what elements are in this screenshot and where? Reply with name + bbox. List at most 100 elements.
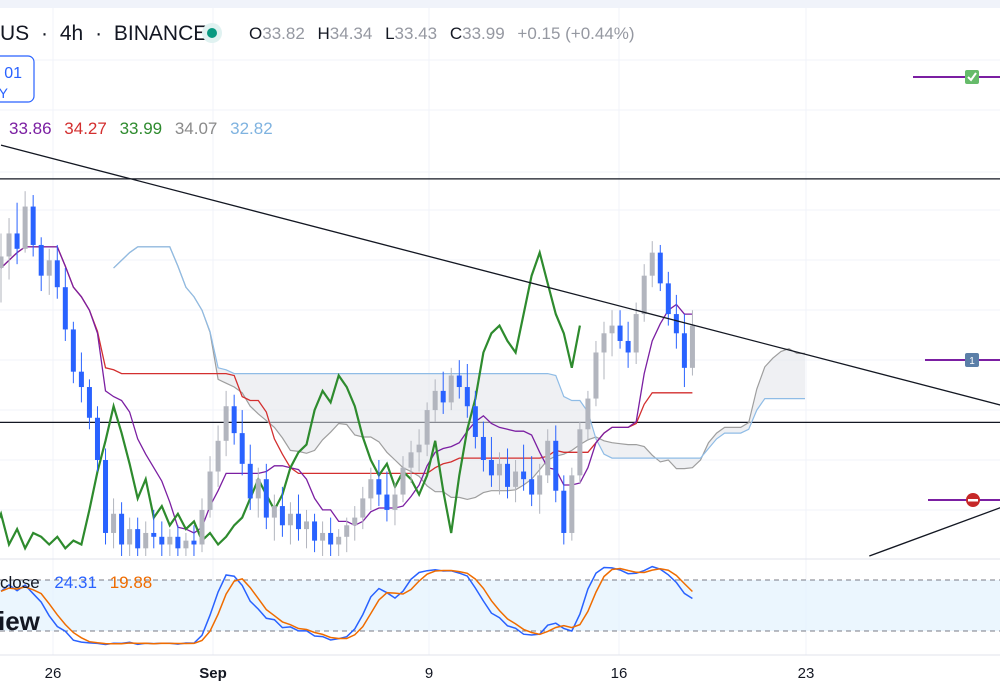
stochastic-label: close <box>0 573 40 592</box>
candle-body-13 <box>103 460 109 533</box>
market-status-dot <box>207 28 217 38</box>
candle-body-64 <box>513 471 519 487</box>
candle-body-22 <box>175 536 181 549</box>
candle-body-65 <box>521 471 527 480</box>
candle-body-56 <box>448 375 454 403</box>
candle-body-51 <box>408 452 414 468</box>
candle-body-19 <box>151 532 157 537</box>
candle-body-14 <box>111 513 117 533</box>
chart-root: 1 26 Sep 9 16 23 US · 4h · BINANCE O33.8… <box>0 0 1000 700</box>
candle-body-70 <box>561 490 567 533</box>
candle-body-86 <box>689 325 695 368</box>
separator-1: · <box>41 22 48 45</box>
candle-body-1 <box>6 233 12 257</box>
symbol-line[interactable]: US · 4h · BINANCE <box>0 22 207 45</box>
candle-body-33 <box>263 479 269 518</box>
brand-watermark: iew <box>0 606 41 636</box>
trend-lines[interactable] <box>0 144 1000 557</box>
candle-body-36 <box>287 513 293 526</box>
time-label-26: 26 <box>45 665 62 682</box>
symbol-tail: US <box>0 22 29 45</box>
trend-line-1 <box>869 507 1000 557</box>
indicator-values: 33.86 34.27 33.99 34.07 32.82 <box>9 119 273 138</box>
candle-body-27 <box>215 440 221 472</box>
stochastic-k-value: 24.31 <box>54 573 97 592</box>
price-chart[interactable]: 1 26 Sep 9 16 23 US · 4h · BINANCE O33.8… <box>0 0 1000 700</box>
exchange-label: BINANCE <box>114 22 207 45</box>
candle-body-21 <box>167 536 173 545</box>
candle-body-44 <box>352 517 358 526</box>
time-label-16: 16 <box>611 665 628 682</box>
candle-body-30 <box>239 433 245 464</box>
candle-body-52 <box>416 444 422 453</box>
candle-body-6 <box>46 260 52 276</box>
time-label-23: 23 <box>798 665 815 682</box>
candle-body-38 <box>304 521 310 530</box>
candle-body-42 <box>336 536 342 545</box>
time-axis[interactable]: 26 Sep 9 16 23 <box>0 654 1000 682</box>
candle-body-31 <box>247 463 253 499</box>
candle-body-9 <box>70 329 76 372</box>
candle-body-84 <box>673 314 679 334</box>
candle-body-75 <box>601 333 607 353</box>
flag-label: 1 <box>969 356 975 367</box>
candle-body-7 <box>54 260 60 288</box>
span-a-value: 34.07 <box>175 119 218 138</box>
candle-body-57 <box>456 375 462 388</box>
candle-body-77 <box>617 325 623 341</box>
drawing-markers[interactable]: 1 <box>913 70 1000 507</box>
candle-body-37 <box>295 513 301 530</box>
candle-body-48 <box>384 494 390 510</box>
time-label-9: 9 <box>425 665 433 682</box>
candle-body-69 <box>553 440 559 491</box>
candle-body-55 <box>440 390 446 403</box>
candle-body-5 <box>38 244 44 276</box>
chart-legend: US · 4h · BINANCE O33.82 H34.34 L33.43 C… <box>0 0 1000 636</box>
candle-body-41 <box>328 532 334 545</box>
candle-body-2 <box>14 233 20 249</box>
candle-body-45 <box>360 498 366 518</box>
candle-body-8 <box>62 287 68 330</box>
stochastic-d-value: 19.88 <box>110 573 153 592</box>
candle-body-67 <box>537 475 543 495</box>
candle-body-0 <box>0 256 4 268</box>
candle-body-43 <box>344 525 350 537</box>
candle-body-12 <box>94 417 100 460</box>
candle-body-18 <box>143 532 149 549</box>
candle-body-10 <box>78 371 84 388</box>
candle-body-61 <box>488 460 494 476</box>
time-label-sep: Sep <box>199 665 227 682</box>
candle-body-39 <box>312 521 318 541</box>
candle-body-3 <box>22 206 28 249</box>
stochastic-pane[interactable] <box>0 558 1000 646</box>
candle-body-32 <box>255 479 261 499</box>
candle-body-80 <box>641 275 647 315</box>
interval-label: 4h <box>60 22 83 45</box>
candle-body-73 <box>585 398 591 430</box>
candle-body-81 <box>649 252 655 276</box>
candle-body-60 <box>480 436 486 460</box>
candle-body-40 <box>320 532 326 541</box>
candle-body-49 <box>392 494 398 510</box>
price-badge-line2: Y <box>0 85 9 101</box>
candle-body-34 <box>271 506 277 518</box>
candle-body-35 <box>279 506 285 526</box>
price-badge-line1: 01 <box>4 65 22 82</box>
span-b-value: 32.82 <box>230 119 273 138</box>
candle-body-63 <box>505 463 511 487</box>
candle-body-83 <box>665 283 671 315</box>
candle-body-16 <box>127 529 133 545</box>
candle-body-29 <box>231 406 237 434</box>
candle-body-4 <box>30 206 36 245</box>
candle-body-59 <box>472 406 478 437</box>
candle-body-71 <box>569 475 575 533</box>
candle-body-50 <box>400 467 406 495</box>
chikou-value: 33.99 <box>120 119 163 138</box>
candle-body-74 <box>593 352 599 399</box>
candle-body-15 <box>119 513 125 545</box>
candle-body-62 <box>496 463 502 476</box>
candle-body-28 <box>223 406 229 441</box>
candle-body-26 <box>207 471 213 510</box>
top-strip <box>0 0 1000 8</box>
candle-body-47 <box>376 479 382 495</box>
